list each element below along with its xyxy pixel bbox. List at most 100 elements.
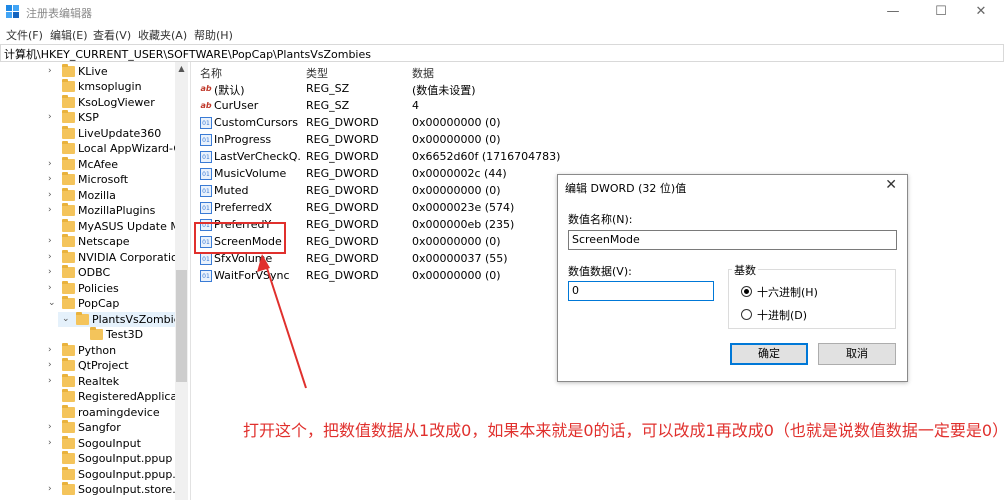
chevron-icon[interactable]: ›: [48, 436, 52, 451]
value-row[interactable]: 01 WaitForVSync REG_DWORD 0x00000000 (0): [194, 268, 574, 285]
tree-item[interactable]: › Realtek: [44, 374, 175, 389]
base-label: 基数: [732, 262, 758, 278]
annotation-text: 打开这个，把数值数据从1改成0，如果本来就是0的话，可以改成1再改成0（也就是说…: [243, 421, 1004, 440]
tree-item[interactable]: MyASUS Update M: [44, 219, 175, 234]
hex-radio[interactable]: [741, 286, 752, 297]
tree-item[interactable]: KsoLogViewer: [44, 95, 175, 110]
column-header-type[interactable]: 类型: [306, 65, 328, 81]
tree-item[interactable]: SogouInput.ppup.u: [44, 467, 175, 482]
ok-button[interactable]: 确定: [730, 343, 808, 365]
menu-favorites[interactable]: 收藏夹(A): [138, 27, 187, 43]
dword-value-icon: 01: [200, 270, 212, 282]
value-row[interactable]: 01 LastVerCheckQ... REG_DWORD 0x6652d60f…: [194, 149, 574, 166]
folder-icon: [62, 358, 75, 371]
value-row[interactable]: 01 PreferredX REG_DWORD 0x0000023e (574): [194, 200, 574, 217]
tree-item-label: SogouInput: [78, 437, 141, 450]
value-type: REG_DWORD: [306, 235, 379, 248]
cancel-button[interactable]: 取消: [818, 343, 896, 365]
tree-item[interactable]: › Sangfor: [44, 420, 175, 435]
decimal-label[interactable]: 十进制(D): [757, 307, 807, 323]
tree-item[interactable]: kmsoplugin: [44, 79, 175, 94]
chevron-down-icon[interactable]: ⌄: [62, 312, 70, 327]
registry-tree[interactable]: › KLive kmsoplugin KsoLogViewer › KSP Li…: [0, 62, 191, 500]
minimize-button[interactable]: —: [870, 0, 916, 24]
menu-help[interactable]: 帮助(H): [194, 27, 233, 43]
folder-icon: [62, 141, 75, 154]
column-header-data[interactable]: 数据: [412, 65, 434, 81]
tree-item[interactable]: › Python: [44, 343, 175, 358]
tree-item[interactable]: › KSP: [44, 110, 175, 125]
value-name: InProgress: [214, 133, 272, 146]
scrollbar-thumb[interactable]: [176, 270, 187, 382]
chevron-icon[interactable]: ›: [48, 110, 52, 125]
hex-label[interactable]: 十六进制(H): [757, 284, 818, 300]
tree-item[interactable]: › Policies: [44, 281, 175, 296]
chevron-down-icon[interactable]: ⌄: [48, 296, 56, 311]
value-data-field[interactable]: 0: [568, 281, 714, 301]
tree-item[interactable]: LiveUpdate360: [44, 126, 175, 141]
scroll-up-icon[interactable]: ▲: [177, 64, 186, 73]
tree-item[interactable]: Local AppWizard-G: [44, 141, 175, 156]
chevron-icon[interactable]: ›: [48, 250, 52, 265]
tree-item[interactable]: RegisteredApplica: [44, 389, 175, 404]
menu-file[interactable]: 文件(F): [6, 27, 43, 43]
address-bar[interactable]: 计算机\HKEY_CURRENT_USER\SOFTWARE\PopCap\Pl…: [0, 44, 1004, 62]
close-button[interactable]: ✕: [958, 0, 1004, 24]
chevron-icon[interactable]: ›: [48, 281, 52, 296]
tree-item[interactable]: SogouInput.ppup: [44, 451, 175, 466]
tree-item-plantsvszombies[interactable]: ⌄ PlantsVsZombie: [58, 312, 175, 327]
tree-item[interactable]: roamingdevice: [44, 405, 175, 420]
chevron-icon[interactable]: ›: [48, 420, 52, 435]
tree-item[interactable]: › Microsoft: [44, 172, 175, 187]
tree-item-popcap[interactable]: ⌄ PopCap: [44, 296, 175, 311]
value-row[interactable]: ab CurUser REG_SZ 4: [194, 98, 574, 115]
chevron-icon[interactable]: ›: [48, 374, 52, 389]
value-type: REG_DWORD: [306, 167, 379, 180]
chevron-icon[interactable]: ›: [48, 188, 52, 203]
tree-item[interactable]: › McAfee: [44, 157, 175, 172]
value-name: MusicVolume: [214, 167, 287, 180]
menu-edit[interactable]: 编辑(E): [50, 27, 88, 43]
tree-scrollbar[interactable]: ▲: [175, 62, 188, 500]
folder-open-icon: [62, 296, 75, 309]
tree-item-label: PopCap: [78, 297, 120, 310]
value-type: REG_DWORD: [306, 116, 379, 129]
value-name-field[interactable]: ScreenMode: [568, 230, 897, 250]
value-row[interactable]: ab (默认) REG_SZ (数值未设置): [194, 81, 574, 98]
value-row[interactable]: 01 Muted REG_DWORD 0x00000000 (0): [194, 183, 574, 200]
tree-item-label: RegisteredApplica: [78, 390, 175, 403]
menu-view[interactable]: 查看(V): [93, 27, 131, 43]
chevron-icon[interactable]: ›: [48, 343, 52, 358]
tree-item[interactable]: › NVIDIA Corporatio: [44, 250, 175, 265]
tree-item[interactable]: › QtProject: [44, 358, 175, 373]
value-row[interactable]: 01 InProgress REG_DWORD 0x00000000 (0): [194, 132, 574, 149]
tree-item-label: MyASUS Update M: [78, 220, 175, 233]
dialog-close-icon[interactable]: ✕: [885, 177, 897, 193]
value-row[interactable]: 01 CustomCursors REG_DWORD 0x00000000 (0…: [194, 115, 574, 132]
decimal-radio[interactable]: [741, 309, 752, 320]
tree-item[interactable]: › KLive: [44, 64, 175, 79]
value-data-label: 数值数据(V):: [568, 265, 632, 278]
tree-item[interactable]: › MozillaPlugins: [44, 203, 175, 218]
tree-item[interactable]: › SogouInput: [44, 436, 175, 451]
tree-item[interactable]: › Mozilla: [44, 188, 175, 203]
chevron-icon[interactable]: ›: [48, 203, 52, 218]
tree-item[interactable]: › SogouInput.store.u: [44, 482, 175, 497]
chevron-icon[interactable]: ›: [48, 64, 52, 79]
tree-item[interactable]: › ODBC: [44, 265, 175, 280]
value-row[interactable]: 01 MusicVolume REG_DWORD 0x0000002c (44): [194, 166, 574, 183]
value-data: 0x00000037 (55): [412, 252, 508, 265]
tree-item-label: KsoLogViewer: [78, 96, 155, 109]
chevron-icon[interactable]: ›: [48, 172, 52, 187]
chevron-icon[interactable]: ›: [48, 234, 52, 249]
chevron-icon[interactable]: ›: [48, 482, 52, 497]
tree-item-test3d[interactable]: Test3D: [72, 327, 175, 342]
chevron-icon[interactable]: ›: [48, 358, 52, 373]
chevron-icon[interactable]: ›: [48, 157, 52, 172]
value-type: REG_DWORD: [306, 269, 379, 282]
column-header-name[interactable]: 名称: [200, 65, 222, 81]
chevron-icon[interactable]: ›: [48, 265, 52, 280]
folder-icon: [62, 467, 75, 480]
tree-item[interactable]: › Netscape: [44, 234, 175, 249]
registry-editor-icon: [6, 5, 19, 18]
